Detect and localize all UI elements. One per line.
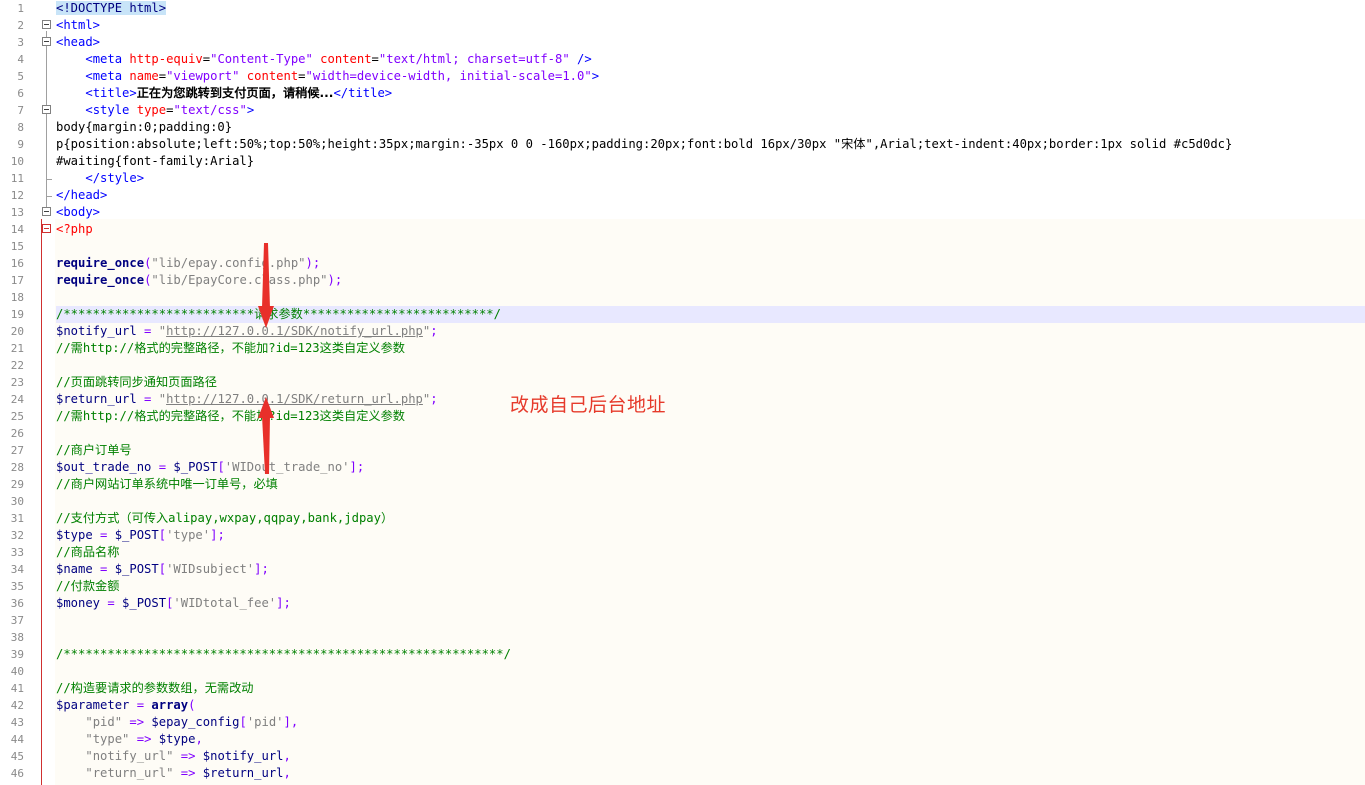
annotation-arrows: [258, 243, 274, 474]
arrow-down-head: [258, 306, 274, 328]
arrow-down-shaft: [262, 243, 270, 308]
arrow-up-head: [258, 397, 274, 418]
arrow-up-shaft: [262, 416, 270, 474]
annotation-label: 改成自己后台地址: [510, 394, 667, 416]
